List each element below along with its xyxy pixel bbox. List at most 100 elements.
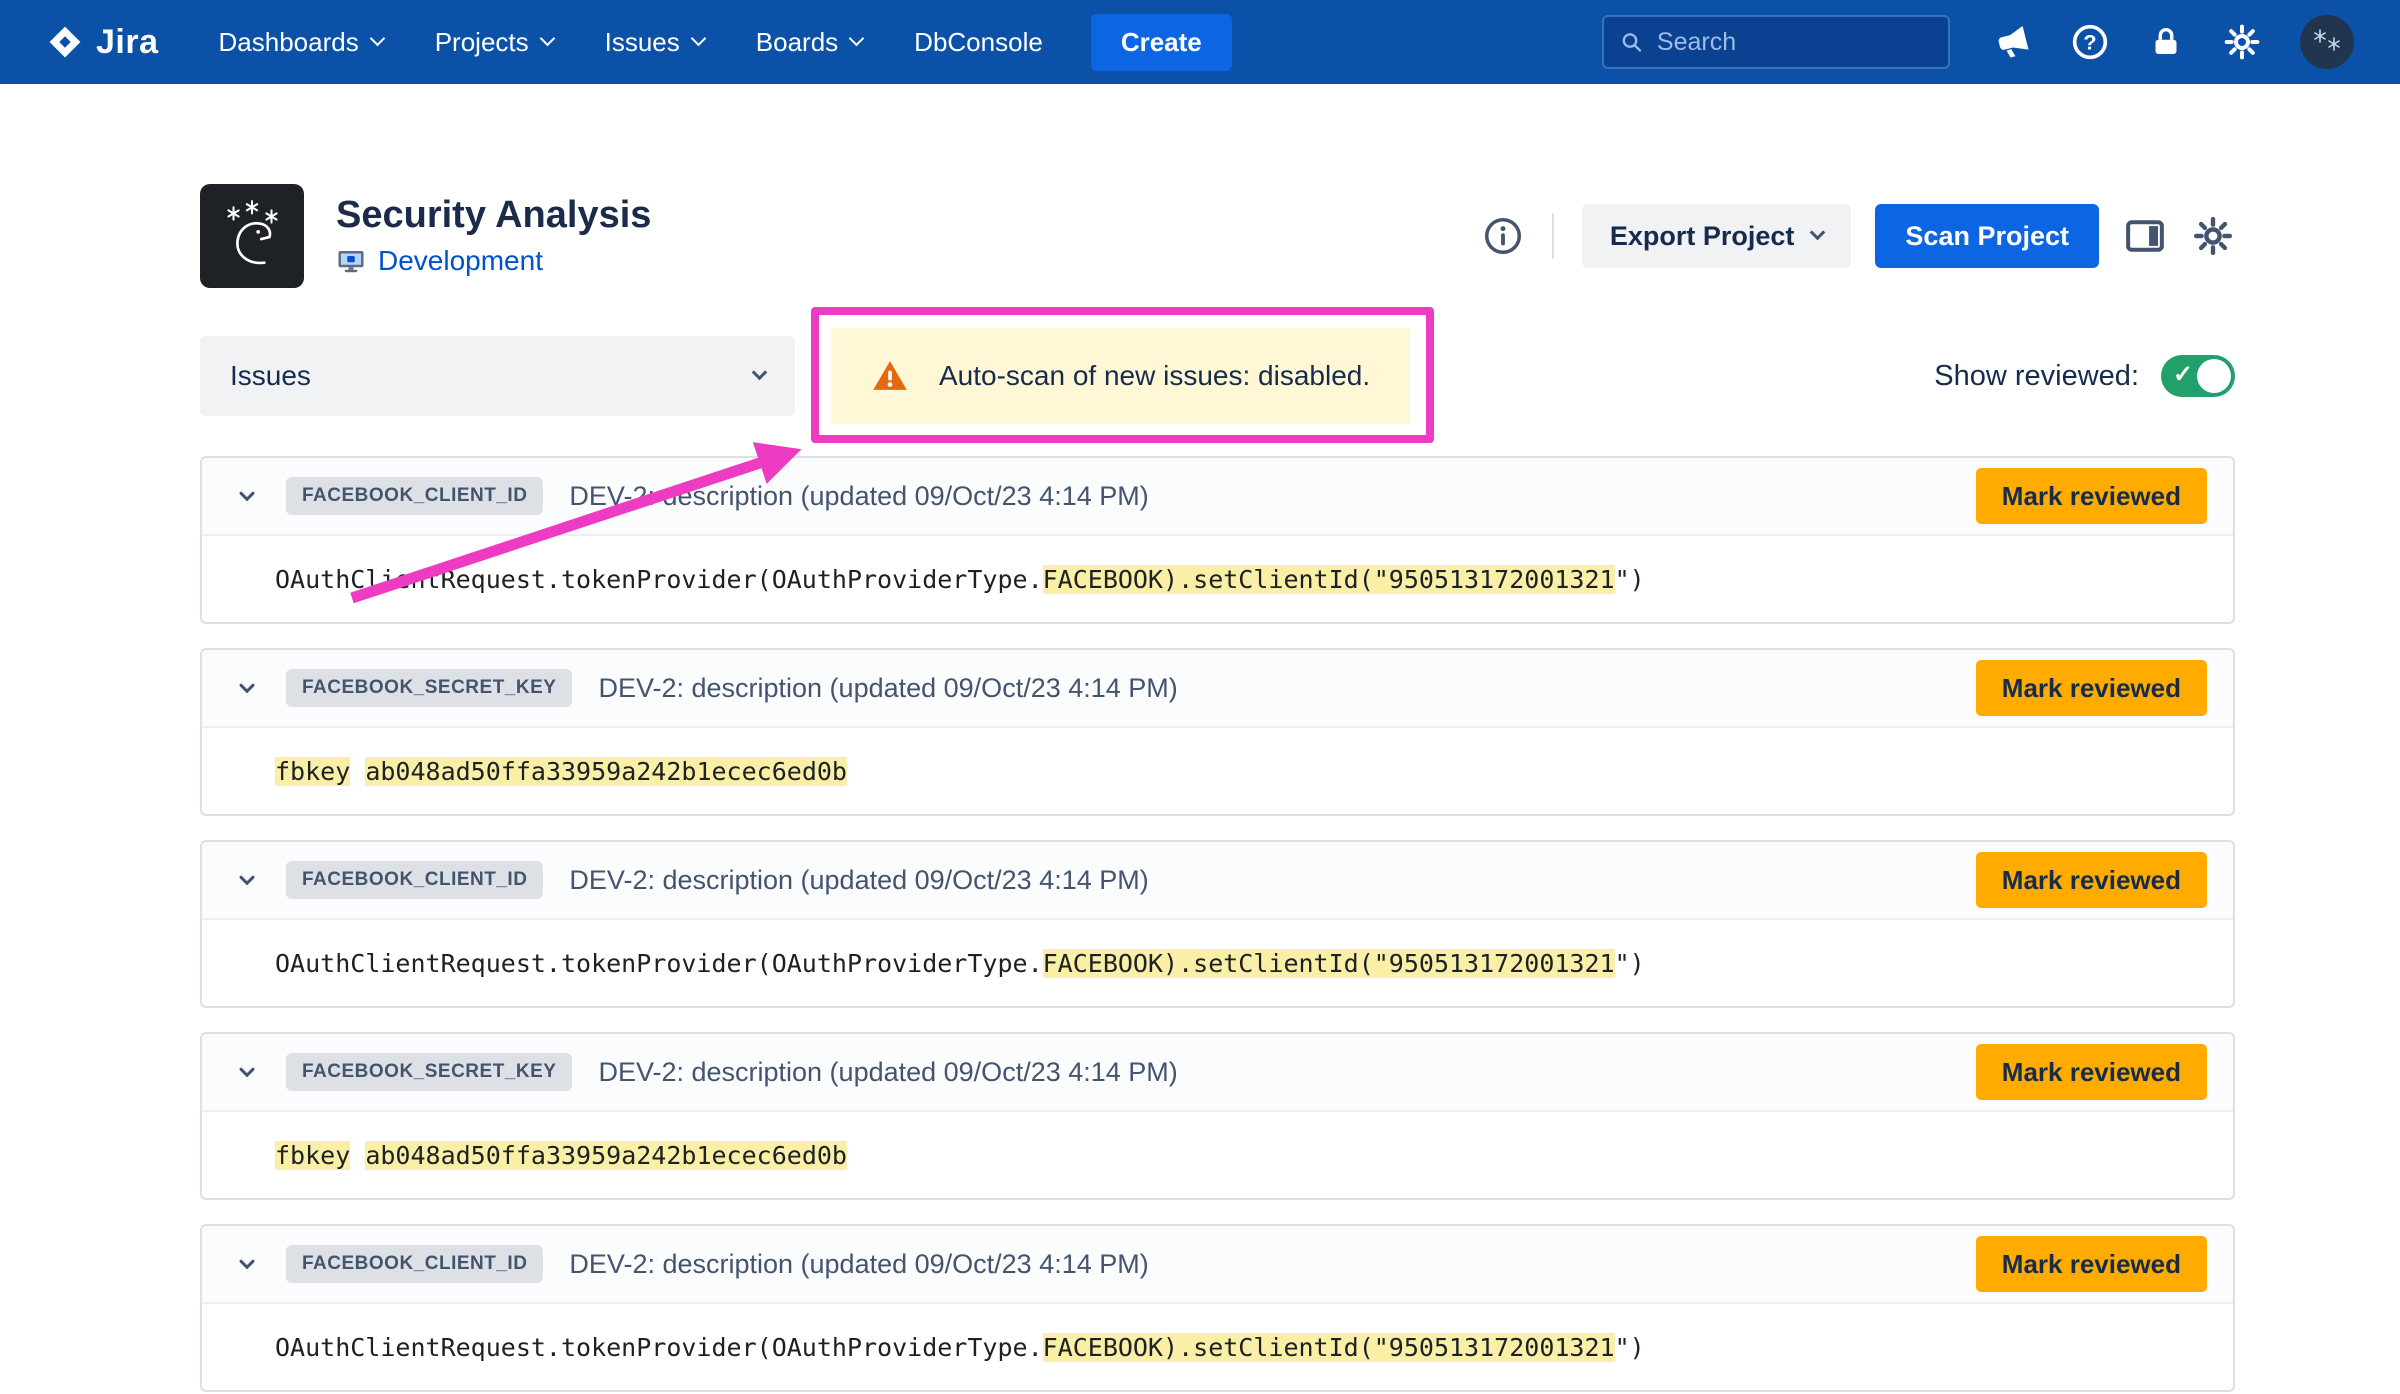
issue-card: FACEBOOK_CLIENT_ID DEV-2: description (u…	[200, 840, 2235, 1008]
main-content: Security Analysis Development	[0, 84, 2400, 1392]
details-panel-icon[interactable]	[2123, 214, 2167, 258]
top-navbar: Jira Dashboards Projects Issues Boards D…	[0, 0, 2400, 84]
nav-item-dashboards[interactable]: Dashboards	[219, 27, 383, 58]
vertical-divider	[1552, 213, 1554, 259]
nav-label: Dashboards	[219, 27, 359, 58]
nav-icons: ?	[1992, 15, 2354, 69]
issue-code: OAuthClientRequest.tokenProvider(OAuthPr…	[202, 536, 2233, 622]
code-segment: fbkey	[275, 757, 350, 786]
collapse-chevron-icon[interactable]	[234, 1251, 260, 1277]
page: { "accent_colors": { "nav_blue": "#0C51A…	[0, 0, 2400, 1394]
check-icon: ✓	[2173, 363, 2193, 387]
nav-item-projects[interactable]: Projects	[435, 27, 553, 58]
create-button[interactable]: Create	[1091, 14, 1232, 71]
jira-logo-text: Jira	[96, 23, 159, 62]
issue-code: fbkey ab048ad50ffa33959a242b1ecec6ed0b	[202, 728, 2233, 814]
user-avatar[interactable]	[2300, 15, 2354, 69]
project-header: Security Analysis Development	[200, 184, 2235, 288]
toggle-knob	[2197, 359, 2231, 393]
code-segment: ")	[1615, 565, 1645, 594]
page-settings-icon[interactable]	[2191, 214, 2235, 258]
project-header-text: Security Analysis Development	[336, 195, 651, 278]
jira-logo-icon	[46, 23, 84, 61]
issue-type-badge: FACEBOOK_SECRET_KEY	[286, 1053, 572, 1091]
chevron-down-icon	[1810, 225, 1826, 241]
toolbar: Issues Auto-scan of new issues: disabled…	[200, 328, 2235, 424]
issue-type-badge: FACEBOOK_SECRET_KEY	[286, 669, 572, 707]
code-segment	[350, 1141, 365, 1170]
issue-card: FACEBOOK_CLIENT_ID DEV-2: description (u…	[200, 1224, 2235, 1392]
project-category-link[interactable]: Development	[378, 245, 543, 277]
code-segment: FACEBOOK).setClientId("950513172001321	[1043, 949, 1615, 978]
mark-reviewed-button[interactable]: Mark reviewed	[1976, 1044, 2207, 1100]
project-avatar-art	[213, 197, 291, 275]
show-reviewed-control: Show reviewed: ✓	[1934, 355, 2235, 397]
nav-item-issues[interactable]: Issues	[605, 27, 704, 58]
nav-label: Boards	[756, 27, 838, 58]
chevron-down-icon	[369, 30, 385, 46]
issue-title: DEV-2: description (updated 09/Oct/23 4:…	[569, 481, 1148, 512]
issue-title: DEV-2: description (updated 09/Oct/23 4:…	[598, 1057, 1177, 1088]
show-reviewed-toggle[interactable]: ✓	[2161, 355, 2235, 397]
code-segment: OAuthClientRequest.tokenProvider(OAuthPr…	[275, 565, 1043, 594]
info-icon[interactable]	[1482, 215, 1524, 257]
export-project-button[interactable]: Export Project	[1582, 204, 1852, 268]
nav-label: Issues	[605, 27, 680, 58]
help-icon[interactable]: ?	[2070, 22, 2110, 62]
code-segment	[350, 757, 365, 786]
code-segment: ")	[1615, 949, 1645, 978]
issues-filter-select[interactable]: Issues	[200, 336, 795, 416]
issue-code: fbkey ab048ad50ffa33959a242b1ecec6ed0b	[202, 1112, 2233, 1198]
scan-project-label: Scan Project	[1905, 221, 2069, 252]
mark-reviewed-button[interactable]: Mark reviewed	[1976, 468, 2207, 524]
show-reviewed-label: Show reviewed:	[1934, 360, 2139, 393]
issue-type-badge: FACEBOOK_CLIENT_ID	[286, 1245, 543, 1283]
lock-icon[interactable]	[2148, 24, 2184, 60]
chevron-down-icon	[539, 30, 555, 46]
page-title: Security Analysis	[336, 195, 651, 237]
chevron-down-icon	[691, 30, 707, 46]
issue-card: FACEBOOK_CLIENT_ID DEV-2: description (u…	[200, 456, 2235, 624]
code-segment: ab048ad50ffa33959a242b1ecec6ed0b	[365, 1141, 847, 1170]
issue-card-header: FACEBOOK_CLIENT_ID DEV-2: description (u…	[202, 1226, 2233, 1304]
jira-logo[interactable]: Jira	[46, 23, 159, 62]
scan-project-button[interactable]: Scan Project	[1875, 204, 2099, 268]
code-segment: OAuthClientRequest.tokenProvider(OAuthPr…	[275, 1333, 1043, 1362]
mark-reviewed-button[interactable]: Mark reviewed	[1976, 852, 2207, 908]
development-category-icon	[336, 246, 366, 276]
collapse-chevron-icon[interactable]	[234, 675, 260, 701]
issue-card: FACEBOOK_SECRET_KEY DEV-2: description (…	[200, 648, 2235, 816]
issue-type-badge: FACEBOOK_CLIENT_ID	[286, 477, 543, 515]
code-segment: ab048ad50ffa33959a242b1ecec6ed0b	[365, 757, 847, 786]
code-segment: ")	[1615, 1333, 1645, 1362]
mark-reviewed-button[interactable]: Mark reviewed	[1976, 1236, 2207, 1292]
search-icon	[1620, 29, 1643, 55]
warning-banner: Auto-scan of new issues: disabled.	[831, 328, 1410, 424]
issue-card-header: FACEBOOK_SECRET_KEY DEV-2: description (…	[202, 1034, 2233, 1112]
svg-text:?: ?	[2083, 30, 2096, 55]
collapse-chevron-icon[interactable]	[234, 867, 260, 893]
chevron-down-icon	[849, 30, 865, 46]
nav-label: Projects	[435, 27, 529, 58]
nav-item-boards[interactable]: Boards	[756, 27, 862, 58]
header-actions: Export Project Scan Project	[1482, 204, 2235, 268]
primary-nav: Dashboards Projects Issues Boards DbCons…	[219, 27, 1043, 58]
warning-banner-wrap: Auto-scan of new issues: disabled.	[831, 328, 1410, 424]
mark-reviewed-button[interactable]: Mark reviewed	[1976, 660, 2207, 716]
project-avatar	[200, 184, 304, 288]
issue-card: FACEBOOK_SECRET_KEY DEV-2: description (…	[200, 1032, 2235, 1200]
issue-code: OAuthClientRequest.tokenProvider(OAuthPr…	[202, 1304, 2233, 1390]
collapse-chevron-icon[interactable]	[234, 1059, 260, 1085]
search-box[interactable]	[1602, 15, 1950, 69]
project-category-row: Development	[336, 245, 651, 277]
collapse-chevron-icon[interactable]	[234, 483, 260, 509]
export-project-label: Export Project	[1610, 221, 1795, 252]
nav-label: DbConsole	[914, 27, 1043, 58]
settings-icon[interactable]	[2222, 22, 2262, 62]
code-segment: FACEBOOK).setClientId("950513172001321	[1043, 565, 1615, 594]
issue-card-header: FACEBOOK_CLIENT_ID DEV-2: description (u…	[202, 842, 2233, 920]
nav-item-dbconsole[interactable]: DbConsole	[914, 27, 1043, 58]
search-input[interactable]	[1657, 28, 1932, 57]
issue-card-header: FACEBOOK_SECRET_KEY DEV-2: description (…	[202, 650, 2233, 728]
announcements-icon[interactable]	[1992, 22, 2032, 62]
